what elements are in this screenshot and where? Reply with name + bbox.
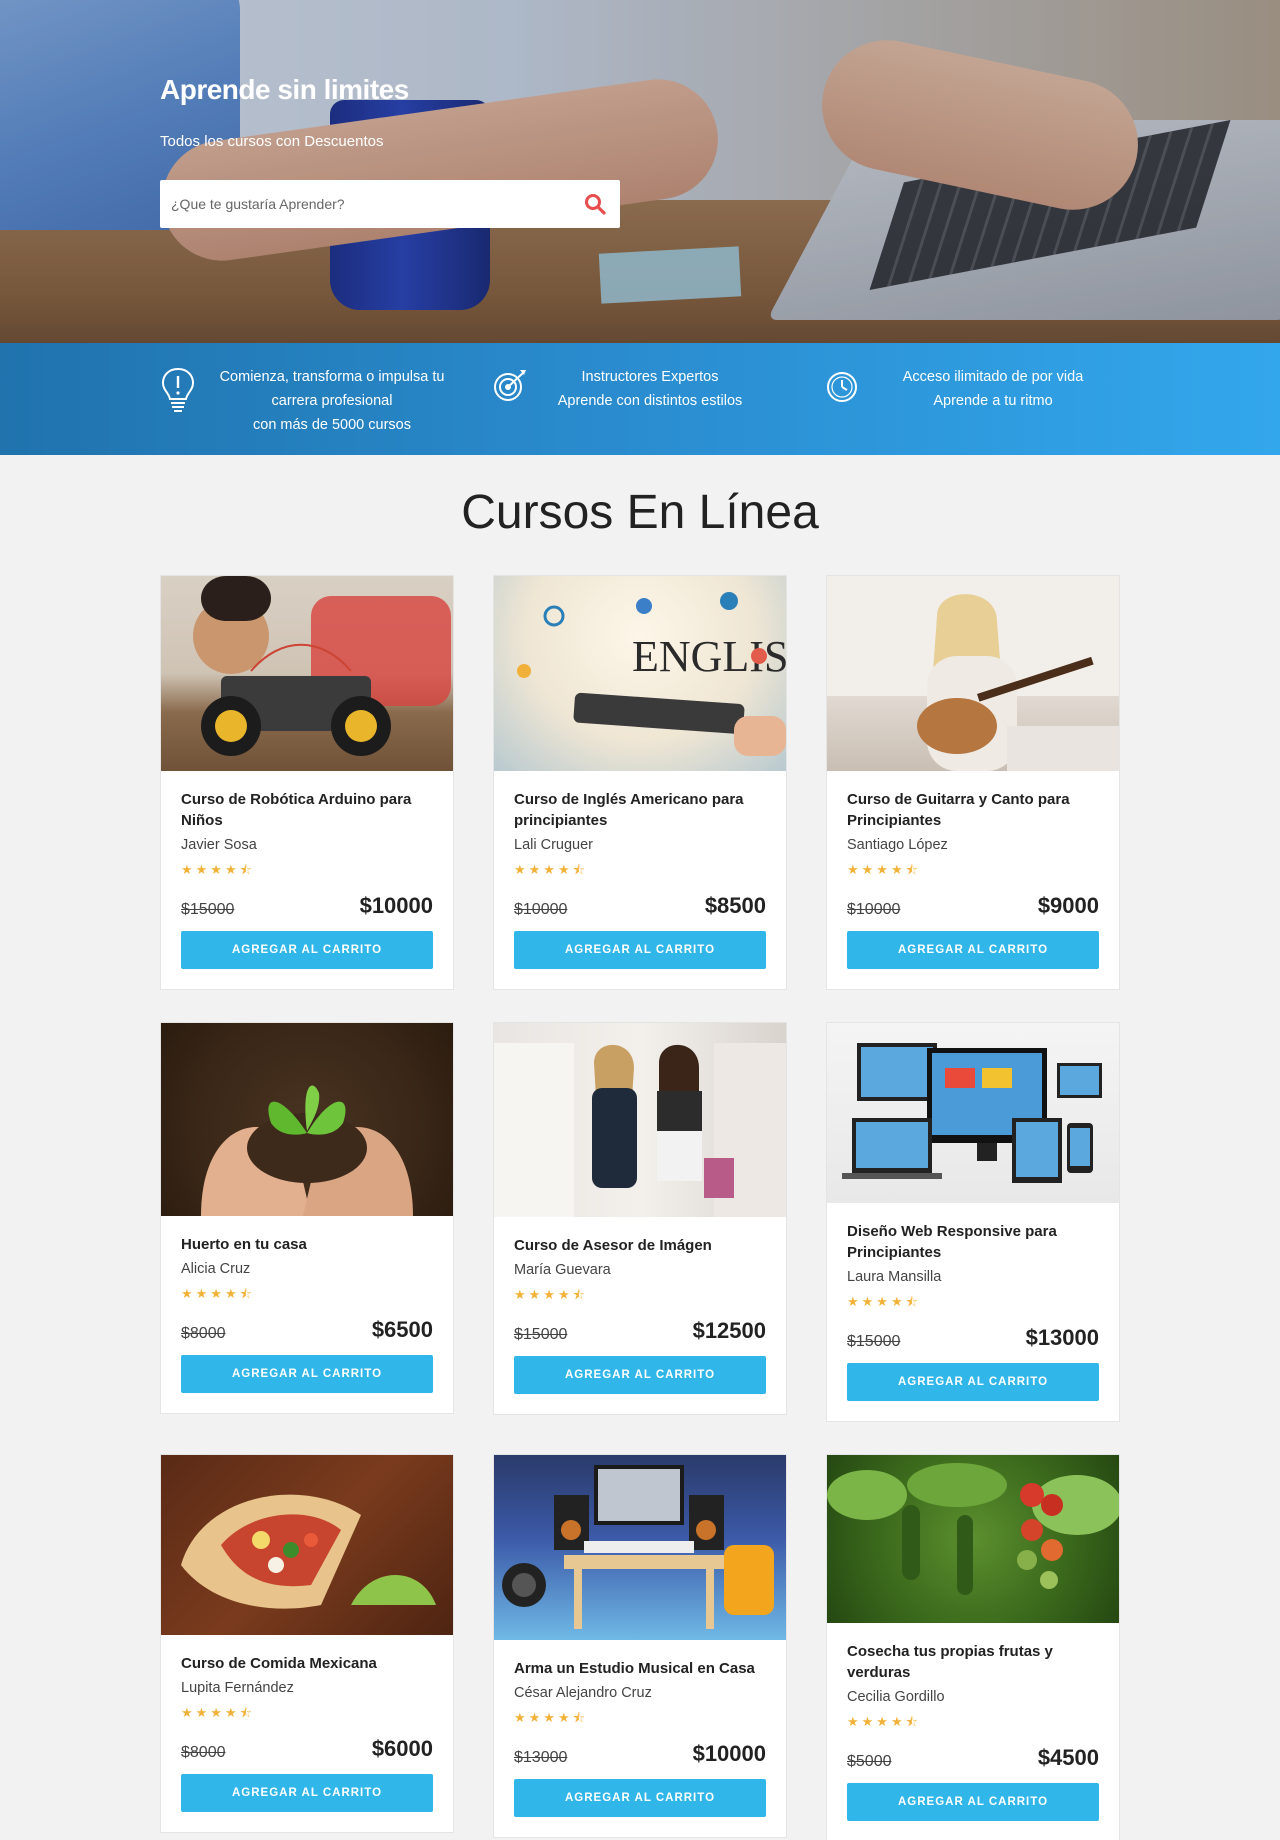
course-title[interactable]: Curso de Inglés Americano para principia… — [514, 789, 766, 831]
old-price: $10000 — [514, 901, 568, 918]
feature-careers: Comienza, transforma o impulsa tu carrer… — [158, 365, 452, 437]
course-card: Curso de Guitarra y Canto para Principia… — [826, 575, 1120, 990]
feature-instructors-line2: Aprende con distintos estilos — [557, 393, 743, 409]
course-image-robotics — [161, 576, 453, 771]
course-card: Cosecha tus propias frutas y verduras Ce… — [826, 1454, 1120, 1840]
course-card: Curso de Asesor de Imágen María Guevara … — [493, 1022, 787, 1415]
course-image-guitar — [827, 576, 1119, 771]
rating-stars-icon: ★★★★⯪ — [847, 1294, 921, 1309]
current-price: $6000 — [371, 1736, 433, 1761]
hero-title: Aprende sin limites — [160, 74, 409, 105]
course-title[interactable]: Curso de Comida Mexicana — [181, 1653, 433, 1674]
feature-instructors: Instructores Expertos Aprende con distin… — [491, 365, 755, 417]
feature-access-line1: Acceso ilimitado de por vida — [902, 369, 1084, 385]
current-price: $9000 — [1037, 893, 1099, 918]
course-title[interactable]: Curso de Guitarra y Canto para Principia… — [847, 789, 1099, 831]
course-author: César Alejandro Cruz — [514, 1685, 652, 1701]
add-to-cart-button[interactable]: AGREGAR AL CARRITO — [514, 931, 766, 969]
hero-overlay — [0, 0, 1280, 343]
course-title[interactable]: Curso de Robótica Arduino para Niños — [181, 789, 433, 831]
course-image-fashion — [494, 1023, 786, 1217]
add-to-cart-button[interactable]: AGREGAR AL CARRITO — [514, 1356, 766, 1394]
add-to-cart-button[interactable]: AGREGAR AL CARRITO — [847, 1363, 1099, 1401]
rating-stars-icon: ★★★★⯪ — [514, 1287, 588, 1302]
add-to-cart-button[interactable]: AGREGAR AL CARRITO — [847, 931, 1099, 969]
old-price: $15000 — [181, 901, 235, 918]
current-price: $12500 — [692, 1318, 766, 1343]
old-price: $10000 — [847, 901, 901, 918]
search-icon — [585, 194, 606, 215]
current-price: $4500 — [1037, 1745, 1099, 1770]
section-title: Cursos En Línea — [461, 486, 819, 539]
current-price: $10000 — [692, 1741, 766, 1766]
rating-stars-icon: ★★★★⯪ — [181, 862, 255, 877]
current-price: $10000 — [359, 893, 433, 918]
old-price: $8000 — [181, 1744, 226, 1761]
lightbulb-icon — [161, 367, 195, 412]
feature-careers-line2: carrera profesional — [271, 393, 393, 409]
course-image-english: ENGLISH — [494, 576, 786, 771]
hero-banner: Aprende sin limites Todos los cursos con… — [0, 0, 1280, 343]
course-title[interactable]: Curso de Asesor de Imágen — [514, 1235, 766, 1256]
course-author: Lali Cruguer — [514, 837, 593, 853]
course-author: María Guevara — [514, 1262, 611, 1278]
course-image-vegetables — [827, 1455, 1119, 1623]
course-card: Curso de Robótica Arduino para Niños Jav… — [160, 575, 454, 990]
rating-stars-icon: ★★★★⯪ — [181, 1705, 255, 1720]
course-title[interactable]: Diseño Web Responsive para Principiantes — [847, 1221, 1099, 1263]
hero-subtitle: Todos los cursos con Descuentos — [160, 133, 384, 150]
add-to-cart-button[interactable]: AGREGAR AL CARRITO — [847, 1783, 1099, 1821]
course-title[interactable]: Huerto en tu casa — [181, 1234, 433, 1255]
add-to-cart-button[interactable]: AGREGAR AL CARRITO — [181, 1774, 433, 1812]
course-author: Javier Sosa — [181, 837, 257, 853]
course-card: Curso de Comida Mexicana Lupita Fernánde… — [160, 1454, 454, 1833]
clock-icon — [827, 372, 857, 402]
course-author: Cecilia Gordillo — [847, 1689, 945, 1705]
old-price: $15000 — [847, 1333, 901, 1350]
course-card: ENGLISH Curso de Inglés Americano para p… — [493, 575, 787, 990]
course-author: Santiago López — [847, 837, 948, 853]
add-to-cart-button[interactable]: AGREGAR AL CARRITO — [181, 1355, 433, 1393]
feature-instructors-line1: Instructores Expertos — [581, 369, 719, 385]
target-icon — [494, 370, 526, 401]
old-price: $13000 — [514, 1749, 568, 1766]
feature-careers-line1: Comienza, transforma o impulsa tu — [219, 369, 445, 385]
feature-access: Acceso ilimitado de por vida Aprende a t… — [824, 365, 1108, 417]
course-card: Arma un Estudio Musical en Casa César Al… — [493, 1454, 787, 1838]
search-form — [160, 180, 620, 228]
add-to-cart-button[interactable]: AGREGAR AL CARRITO — [514, 1779, 766, 1817]
feature-careers-line3: con más de 5000 cursos — [253, 417, 411, 433]
old-price: $15000 — [514, 1326, 568, 1343]
course-card: Diseño Web Responsive para Principiantes… — [826, 1022, 1120, 1422]
add-to-cart-button[interactable]: AGREGAR AL CARRITO — [181, 931, 433, 969]
search-button[interactable] — [570, 181, 620, 227]
rating-stars-icon: ★★★★⯪ — [514, 1710, 588, 1725]
course-card: Huerto en tu casa Alicia Cruz ★★★★⯪ $800… — [160, 1022, 454, 1414]
course-author: Laura Mansilla — [847, 1269, 942, 1285]
current-price: $13000 — [1025, 1325, 1099, 1350]
course-image-music-studio — [494, 1455, 786, 1640]
current-price: $6500 — [371, 1317, 433, 1342]
rating-stars-icon: ★★★★⯪ — [514, 862, 588, 877]
features-band: Comienza, transforma o impulsa tu carrer… — [0, 343, 1280, 455]
course-image-garden — [161, 1023, 453, 1216]
old-price: $5000 — [847, 1753, 892, 1770]
current-price: $8500 — [704, 893, 766, 918]
course-title[interactable]: Arma un Estudio Musical en Casa — [514, 1658, 766, 1679]
course-author: Lupita Fernández — [181, 1680, 294, 1696]
rating-stars-icon: ★★★★⯪ — [847, 1714, 921, 1729]
feature-access-line2: Aprende a tu ritmo — [933, 393, 1053, 409]
rating-stars-icon: ★★★★⯪ — [181, 1286, 255, 1301]
old-price: $8000 — [181, 1325, 226, 1342]
search-input[interactable] — [160, 181, 570, 227]
course-image-webdesign — [827, 1023, 1119, 1203]
course-title[interactable]: Cosecha tus propias frutas y verduras — [847, 1641, 1099, 1683]
course-image-mexican-food — [161, 1455, 453, 1635]
rating-stars-icon: ★★★★⯪ — [847, 862, 921, 877]
course-author: Alicia Cruz — [181, 1261, 251, 1277]
